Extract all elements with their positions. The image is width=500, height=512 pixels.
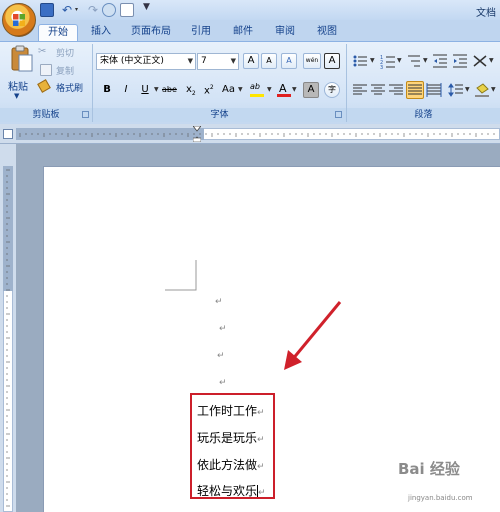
change-case-dropdown-icon[interactable]: ▼: [238, 86, 243, 93]
tab-mailings[interactable]: 邮件: [228, 24, 258, 42]
tab-view[interactable]: 视图: [312, 24, 342, 42]
shrink-font-button[interactable]: A: [261, 53, 277, 69]
line-spacing-icon[interactable]: [448, 82, 464, 98]
tab-references[interactable]: 引用: [186, 24, 216, 42]
first-line-indent-marker[interactable]: [192, 125, 202, 143]
cut-button[interactable]: ✂ 剪切: [38, 46, 84, 59]
horizontal-ruler-ticks: [19, 133, 495, 137]
repeat-icon[interactable]: [102, 3, 116, 17]
paste-dropdown-icon[interactable]: ▼: [14, 92, 19, 100]
svg-text:3: 3: [380, 65, 383, 69]
scissors-icon: ✂: [38, 46, 47, 57]
annotation-arrow-icon: [284, 301, 342, 370]
watermark-url: jingyan.baidu.com: [408, 494, 473, 502]
shading-dropdown-icon[interactable]: ▼: [491, 86, 496, 93]
copy-button[interactable]: 复制: [38, 64, 84, 77]
numbering-icon[interactable]: 123: [380, 53, 396, 71]
grow-font-button[interactable]: A: [243, 53, 259, 69]
chevron-down-icon[interactable]: ▼: [188, 54, 193, 69]
annotation-highlight-box: [190, 393, 275, 499]
font-group-label: 字体: [93, 108, 346, 122]
multilevel-dropdown-icon[interactable]: ▼: [423, 57, 428, 64]
numbering-dropdown-icon[interactable]: ▼: [397, 57, 402, 64]
italic-button[interactable]: I: [118, 82, 134, 98]
align-center-icon[interactable]: [370, 82, 386, 98]
undo-dropdown-icon[interactable]: ▾: [75, 6, 78, 13]
save-icon[interactable]: [40, 3, 54, 17]
tab-page-layout[interactable]: 页面布局: [128, 24, 174, 42]
chevron-down-icon[interactable]: ▼: [231, 54, 236, 69]
paste-icon[interactable]: [8, 45, 34, 75]
justify-icon[interactable]: [406, 81, 424, 99]
decrease-indent-icon[interactable]: [432, 53, 448, 69]
bullets-icon[interactable]: [352, 53, 368, 69]
bullets-dropdown-icon[interactable]: ▼: [370, 57, 375, 64]
underline-button[interactable]: U: [137, 82, 153, 98]
character-shading-button[interactable]: A: [303, 82, 319, 98]
margin-corner-mark: [165, 260, 197, 291]
character-border-button[interactable]: A: [324, 53, 340, 69]
shading-icon[interactable]: [474, 82, 490, 98]
font-color-swatch: [277, 94, 291, 97]
format-painter-button[interactable]: 格式刷: [37, 79, 88, 94]
window-title: 文档: [476, 8, 496, 19]
underline-dropdown-icon[interactable]: ▼: [154, 86, 159, 93]
align-right-icon[interactable]: [388, 82, 404, 98]
enclose-characters-button[interactable]: 字: [324, 82, 340, 98]
change-case-button[interactable]: Aa: [222, 84, 235, 95]
paragraph-group-label: 段落: [347, 108, 500, 122]
copy-icon: [40, 64, 52, 76]
paste-button[interactable]: 粘贴: [8, 78, 28, 93]
tab-review[interactable]: 审阅: [270, 24, 300, 42]
office-button[interactable]: [2, 3, 36, 37]
increase-indent-icon[interactable]: [452, 53, 468, 69]
undo-icon[interactable]: ↶: [60, 3, 74, 17]
font-name-combo[interactable]: 宋体 (中文正文) ▼: [96, 53, 196, 70]
chinese-layout-icon[interactable]: [472, 53, 488, 69]
clear-formatting-button[interactable]: A: [281, 53, 297, 69]
chinese-layout-dropdown-icon[interactable]: ▼: [489, 57, 494, 64]
highlight-color-swatch: [250, 94, 264, 97]
text-highlight-button[interactable]: ab: [248, 82, 266, 98]
new-document-icon[interactable]: [120, 3, 134, 17]
highlight-dropdown-icon[interactable]: ▼: [267, 86, 272, 93]
bold-button[interactable]: B: [99, 82, 115, 98]
tab-insert[interactable]: 插入: [86, 24, 116, 42]
paragraph-mark: ↵: [219, 324, 227, 334]
font-color-button[interactable]: A: [276, 82, 292, 98]
subscript-button[interactable]: x2: [186, 84, 196, 97]
vertical-ruler-ticks: [6, 169, 10, 507]
paragraph-mark: ↵: [219, 378, 227, 388]
strikethrough-button[interactable]: abe: [162, 85, 177, 94]
office-logo-icon: [13, 14, 25, 26]
paintbrush-icon: [37, 79, 51, 93]
watermark-logo: Bai 经验: [398, 460, 460, 478]
redo-icon[interactable]: ↷: [86, 3, 100, 17]
font-color-dropdown-icon[interactable]: ▼: [292, 86, 297, 93]
superscript-button[interactable]: x2: [204, 84, 214, 96]
font-dialog-launcher-icon[interactable]: [335, 111, 342, 118]
paragraph-mark: ↵: [217, 351, 225, 361]
distributed-icon[interactable]: [426, 82, 442, 98]
align-left-icon[interactable]: [352, 82, 368, 98]
tab-selector-icon[interactable]: [3, 129, 13, 139]
tab-home[interactable]: 开始: [38, 24, 78, 42]
phonetic-guide-button[interactable]: wén: [303, 53, 321, 69]
clipboard-dialog-launcher-icon[interactable]: [82, 111, 89, 118]
line-spacing-dropdown-icon[interactable]: ▼: [465, 86, 470, 93]
customize-qat-button[interactable]: ▼: [143, 0, 151, 14]
clipboard-group-label: 剪贴板: [0, 108, 92, 122]
paragraph-mark: ↵: [215, 297, 223, 307]
multilevel-list-icon[interactable]: [406, 53, 422, 69]
font-size-combo[interactable]: 7 ▼: [197, 53, 239, 70]
